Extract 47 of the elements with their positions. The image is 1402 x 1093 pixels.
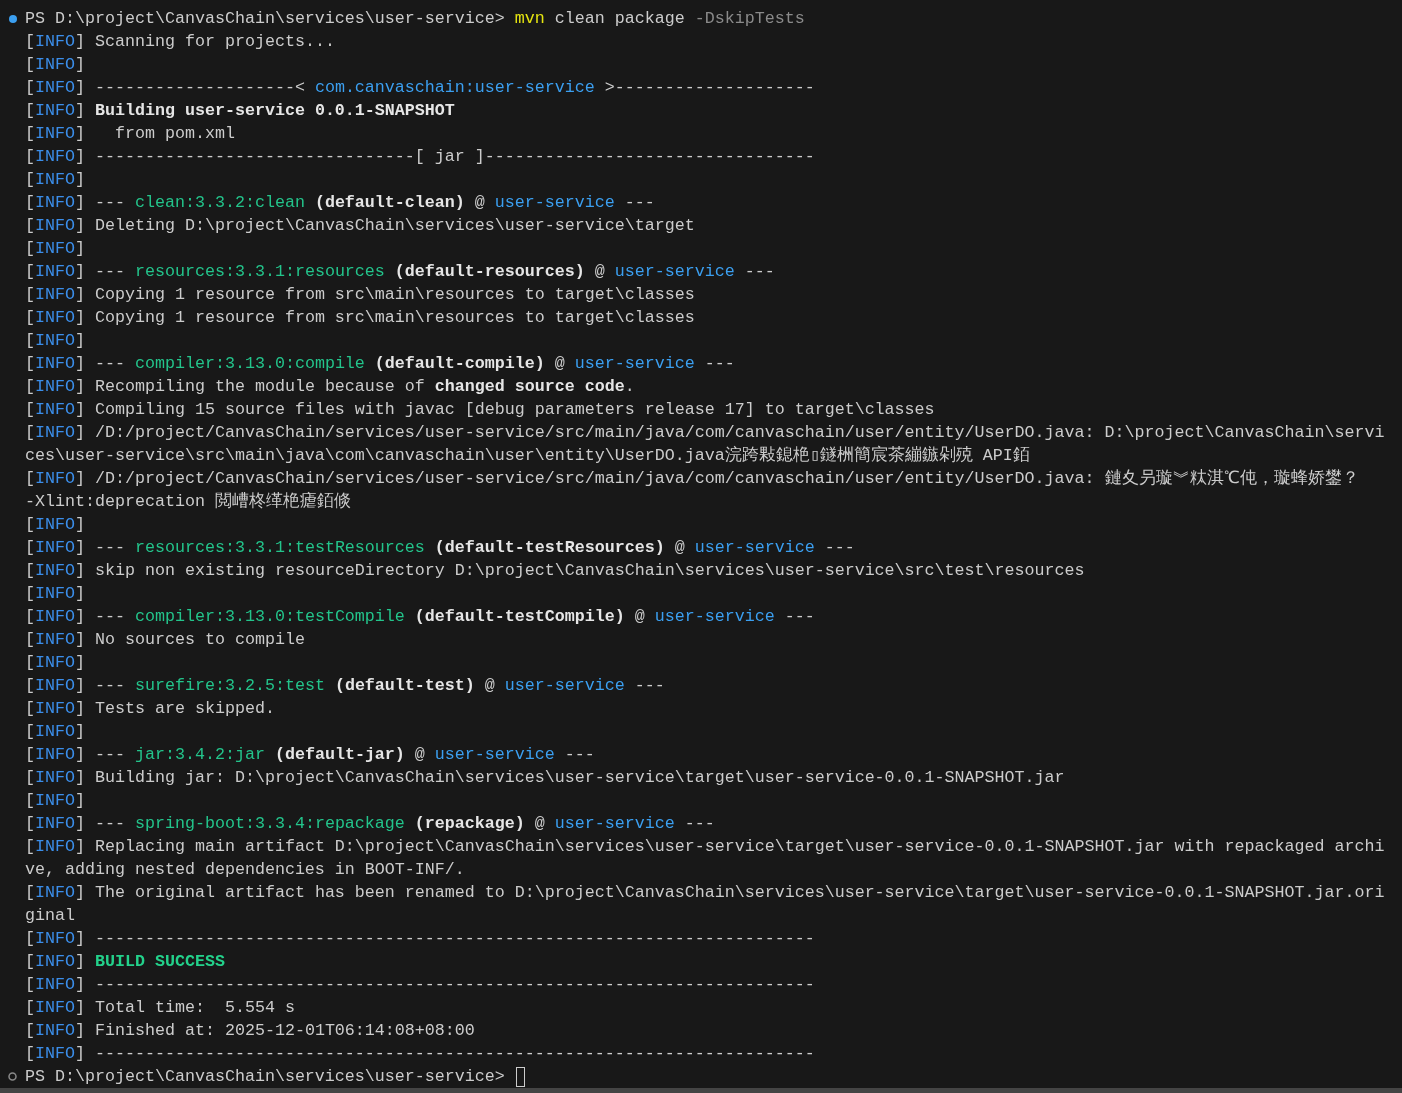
log-line: [INFO] /D:/project/CanvasChain/services/user-service/src/main/java/com/canvaschain/user/entity/UserDO.java: 鏈夊叧璇︾粏淇℃伅，璇蜂娇鐢？ xyxy=(25,468,1359,490)
log-line: [INFO] --- clean:3.3.2:clean (default-clean) @ user-service --- xyxy=(25,192,655,214)
log-line: [INFO] xyxy=(25,652,85,674)
log-line: -Xlint:deprecation 閲嶆柊缂栬瘧銆倐 xyxy=(25,491,351,513)
log-line: [INFO] ------------------------------------------------------------------------ xyxy=(25,974,815,996)
log-line: [INFO] --- spring-boot:3.3.4:repackage (repackage) @ user-service --- xyxy=(25,813,715,835)
log-line: [INFO] xyxy=(25,330,85,352)
log-line: [INFO] --- compiler:3.13.0:compile (default-compile) @ user-service --- xyxy=(25,353,735,375)
log-line: [INFO] from pom.xml xyxy=(25,123,235,145)
log-line: [INFO] Building jar: D:\project\CanvasChain\services\user-service\target\user-service-0.0.1-SNAPSHOT.jar xyxy=(25,767,1065,789)
log-line: [INFO] --- resources:3.3.1:testResources (default-testResources) @ user-service --- xyxy=(25,537,855,559)
command-line: PS D:\project\CanvasChain\services\user-service> xyxy=(25,1066,506,1088)
log-line: [INFO] xyxy=(25,721,85,743)
log-line: ces\user-service\src\main\java\com\canvaschain\user\entity\UserDO.java浣跨敤鎴栬▯鐩栦簡宸茶繃鏃剁殑 API銆 xyxy=(25,444,1030,467)
log-line: [INFO] xyxy=(25,238,85,260)
command-line: PS D:\project\CanvasChain\services\user-service> mvn clean package -DskipTests xyxy=(25,8,805,30)
log-line: [INFO] Finished at: 2025-12-01T06:14:08+08:00 xyxy=(25,1020,475,1042)
log-line: [INFO] --- resources:3.3.1:resources (default-resources) @ user-service --- xyxy=(25,261,775,283)
log-line: [INFO] xyxy=(25,54,85,76)
log-line: ginal xyxy=(25,905,75,927)
log-line: [INFO] /D:/project/CanvasChain/services/user-service/src/main/java/com/canvaschain/user/entity/UserDO.java: D:\project\CanvasChain\servi xyxy=(25,422,1385,444)
log-line: [INFO] ------------------------------------------------------------------------ xyxy=(25,1043,815,1065)
log-line: [INFO] No sources to compile xyxy=(25,629,305,651)
log-line: [INFO] The original artifact has been renamed to D:\project\CanvasChain\services\user-service\target\user-service-0.0.1-SNAPSHOT.jar.ori xyxy=(25,882,1385,904)
log-line: [INFO] Copying 1 resource from src\main\resources to target\classes xyxy=(25,284,695,306)
log-line: [INFO] Building user-service 0.0.1-SNAPSHOT xyxy=(25,100,455,122)
log-line: [INFO] --- jar:3.4.2:jar (default-jar) @ user-service --- xyxy=(25,744,595,766)
log-line: [INFO] BUILD SUCCESS xyxy=(25,951,225,973)
log-line: [INFO] --- compiler:3.13.0:testCompile (default-testCompile) @ user-service --- xyxy=(25,606,815,628)
log-line: [INFO] --------------------------------[ jar ]--------------------------------- xyxy=(25,146,815,168)
log-line: [INFO] Scanning for projects... xyxy=(25,31,335,53)
log-line: [INFO] Total time: 5.554 s xyxy=(25,997,295,1019)
log-line: [INFO] xyxy=(25,790,85,812)
log-line: [INFO] Deleting D:\project\CanvasChain\services\user-service\target xyxy=(25,215,695,237)
log-line: [INFO] xyxy=(25,583,85,605)
log-line: [INFO] xyxy=(25,169,85,191)
log-line: [INFO] Tests are skipped. xyxy=(25,698,275,720)
log-line: [INFO] Recompiling the module because of changed source code. xyxy=(25,376,635,398)
log-line: [INFO] skip non existing resourceDirectory D:\project\CanvasChain\services\user-service\src\test\resources xyxy=(25,560,1085,582)
log-line: [INFO] Copying 1 resource from src\main\resources to target\classes xyxy=(25,307,695,329)
log-line: [INFO] xyxy=(25,514,85,536)
log-line: ve, adding nested dependencies in BOOT-INF/. xyxy=(25,859,465,881)
log-line: [INFO] --------------------< com.canvaschain:user-service >-------------------- xyxy=(25,77,815,99)
log-line: [INFO] --- surefire:3.2.5:test (default-test) @ user-service --- xyxy=(25,675,665,697)
log-line: [INFO] Replacing main artifact D:\project\CanvasChain\services\user-service\target\user-service-0.0.1-SNAPSHOT.jar with repackaged archi xyxy=(25,836,1385,858)
log-line: [INFO] ------------------------------------------------------------------------ xyxy=(25,928,815,950)
log-line: [INFO] Compiling 15 source files with javac [debug parameters release 17] to target\classes xyxy=(25,399,935,421)
